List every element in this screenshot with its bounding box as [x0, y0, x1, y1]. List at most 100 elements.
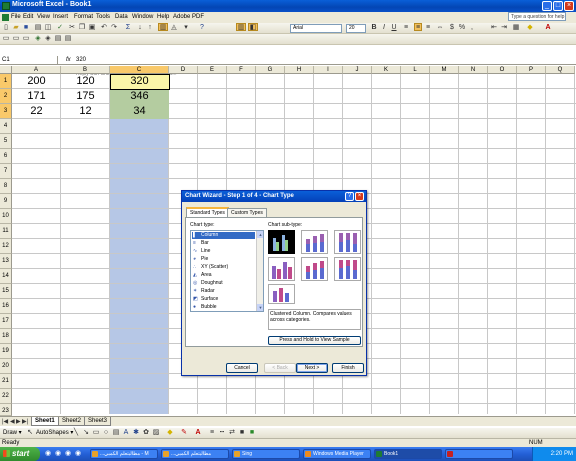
prev-sheet-icon[interactable]: ◀: [10, 418, 15, 425]
select-all-corner[interactable]: [0, 66, 12, 74]
tab-custom-types[interactable]: Custom Types: [227, 208, 267, 217]
menu-file[interactable]: File: [11, 14, 21, 20]
subtype-clustered-column[interactable]: [268, 230, 295, 254]
dialog-help-button[interactable]: ?: [345, 192, 354, 201]
quicklaunch-icon-4[interactable]: ◉: [74, 450, 82, 458]
cut-icon[interactable]: ✂: [68, 24, 76, 32]
bold-icon[interactable]: B: [370, 24, 378, 32]
subtype-3d-stacked-column[interactable]: [301, 257, 328, 281]
cell-c3[interactable]: 34: [110, 104, 169, 119]
maximize-button[interactable]: □: [553, 1, 563, 11]
dialog-close-button[interactable]: ×: [355, 192, 364, 201]
list-item-column[interactable]: ▌ Column: [192, 232, 255, 239]
cell-a3[interactable]: 22: [12, 104, 61, 119]
menu-edit[interactable]: Edit: [23, 14, 33, 20]
draw-font-color-icon[interactable]: A: [194, 429, 202, 437]
draw-fill-color-icon[interactable]: ◆: [166, 429, 174, 437]
taskbar-item-5[interactable]: Book1: [374, 449, 442, 459]
comma-icon[interactable]: ,: [468, 24, 476, 32]
taskbar-item-1[interactable]: ...مطالبتعلم الكمبي - M: [90, 449, 158, 459]
quicklaunch-icon-1[interactable]: ◉: [44, 450, 52, 458]
cancel-button[interactable]: Cancel: [226, 363, 258, 373]
quicklaunch-icon-3[interactable]: ◉: [64, 450, 72, 458]
last-sheet-icon[interactable]: ▶|: [22, 418, 28, 425]
dash-style-icon[interactable]: ┅: [218, 429, 226, 437]
diagram-icon[interactable]: ✱: [132, 429, 140, 437]
row-header-12[interactable]: 12: [0, 239, 12, 254]
row-header-9[interactable]: 9: [0, 194, 12, 209]
finish-button[interactable]: Finish: [332, 363, 364, 373]
taskbar-item-2[interactable]: ...مطالبتعلم الكمبي: [161, 449, 229, 459]
column-header-o[interactable]: O: [488, 66, 517, 74]
review-icon-4[interactable]: ◈: [34, 35, 42, 43]
align-right-icon[interactable]: ≡: [424, 24, 432, 32]
back-button[interactable]: < Back: [264, 363, 296, 373]
fx-label[interactable]: fx: [66, 56, 71, 64]
tab-standard-types[interactable]: Standard Types: [186, 207, 229, 217]
next-sheet-icon[interactable]: ▶: [16, 418, 21, 425]
fill-color-icon[interactable]: ◆: [526, 24, 534, 32]
drawing-icon[interactable]: ◬: [170, 24, 178, 32]
align-left-icon[interactable]: ≡: [402, 24, 410, 32]
row-header-22[interactable]: 22: [0, 389, 12, 404]
highlight-icon[interactable]: ▥: [236, 23, 246, 31]
zoom-icon[interactable]: ▾: [182, 24, 190, 32]
row-header-15[interactable]: 15: [0, 284, 12, 299]
shadow-icon[interactable]: ■: [238, 429, 246, 437]
review-icon-3[interactable]: ▭: [22, 35, 30, 43]
help-question-box[interactable]: Type a question for help: [508, 12, 566, 21]
italic-icon[interactable]: I: [380, 24, 388, 32]
sort-asc-icon[interactable]: ↓: [136, 24, 144, 32]
line-style-icon[interactable]: ≡: [208, 429, 216, 437]
autoshapes-menu[interactable]: AutoShapes ▾: [36, 429, 73, 436]
merge-center-icon[interactable]: ⇔: [436, 24, 444, 32]
scroll-up-icon[interactable]: ▲: [257, 231, 263, 238]
row-header-18[interactable]: 18: [0, 329, 12, 344]
save-icon[interactable]: ■: [22, 24, 30, 32]
undo-icon[interactable]: ↶: [100, 24, 108, 32]
menu-window[interactable]: Window: [132, 14, 153, 20]
arrow-icon[interactable]: ↘: [82, 429, 90, 437]
list-item-pie[interactable]: ◕ Pie: [192, 256, 255, 263]
formula-input[interactable]: 320: [76, 56, 86, 64]
cell-c2[interactable]: 346: [110, 89, 169, 104]
row-header-17[interactable]: 17: [0, 314, 12, 329]
column-header-m[interactable]: M: [430, 66, 459, 74]
chart-wizard-icon[interactable]: ▥: [158, 23, 168, 31]
row-header-23[interactable]: 23: [0, 404, 12, 416]
picture-icon[interactable]: ▨: [152, 429, 160, 437]
sheet-tab-sheet3[interactable]: Sheet3: [84, 417, 112, 426]
line-color-icon[interactable]: ✎: [180, 429, 188, 437]
menu-format[interactable]: Format: [74, 14, 93, 20]
menu-view[interactable]: View: [37, 14, 50, 20]
select-objects-icon[interactable]: ↖: [26, 429, 34, 437]
row-header-2[interactable]: 2: [0, 89, 12, 104]
column-header-l[interactable]: L: [401, 66, 430, 74]
row-header-3[interactable]: 3: [0, 104, 12, 119]
column-header-a[interactable]: A: [12, 66, 61, 74]
print-icon[interactable]: ▤: [34, 24, 42, 32]
column-header-g[interactable]: G: [256, 66, 285, 74]
list-item-area[interactable]: ◭ Area: [192, 272, 255, 279]
percent-icon[interactable]: %: [458, 24, 466, 32]
wordart-icon[interactable]: A: [122, 429, 130, 437]
start-button[interactable]: start: [0, 447, 40, 461]
press-hold-sample-button[interactable]: Press and Hold to View Sample: [268, 336, 361, 345]
list-item-bar[interactable]: ≡ Bar: [192, 240, 255, 247]
taskbar-item-3[interactable]: Sing: [232, 449, 300, 459]
new-icon[interactable]: ▯: [2, 24, 10, 32]
row-header-14[interactable]: 14: [0, 269, 12, 284]
arrow-style-icon[interactable]: ⇄: [228, 429, 236, 437]
paste-icon[interactable]: ▣: [88, 24, 96, 32]
subtype-3d-column[interactable]: [268, 284, 295, 304]
help-icon[interactable]: ?: [198, 24, 206, 32]
column-header-k[interactable]: K: [372, 66, 401, 74]
next-button[interactable]: Next >: [296, 363, 328, 373]
row-header-1[interactable]: 1: [0, 74, 12, 89]
scroll-down-icon[interactable]: ▼: [257, 304, 263, 311]
font-color-icon[interactable]: A: [544, 24, 552, 32]
column-header-n[interactable]: N: [459, 66, 488, 74]
autosum-icon[interactable]: Σ: [124, 24, 132, 32]
subtype-stacked-column[interactable]: [301, 230, 328, 254]
cell-b1[interactable]: 120: [61, 74, 110, 89]
